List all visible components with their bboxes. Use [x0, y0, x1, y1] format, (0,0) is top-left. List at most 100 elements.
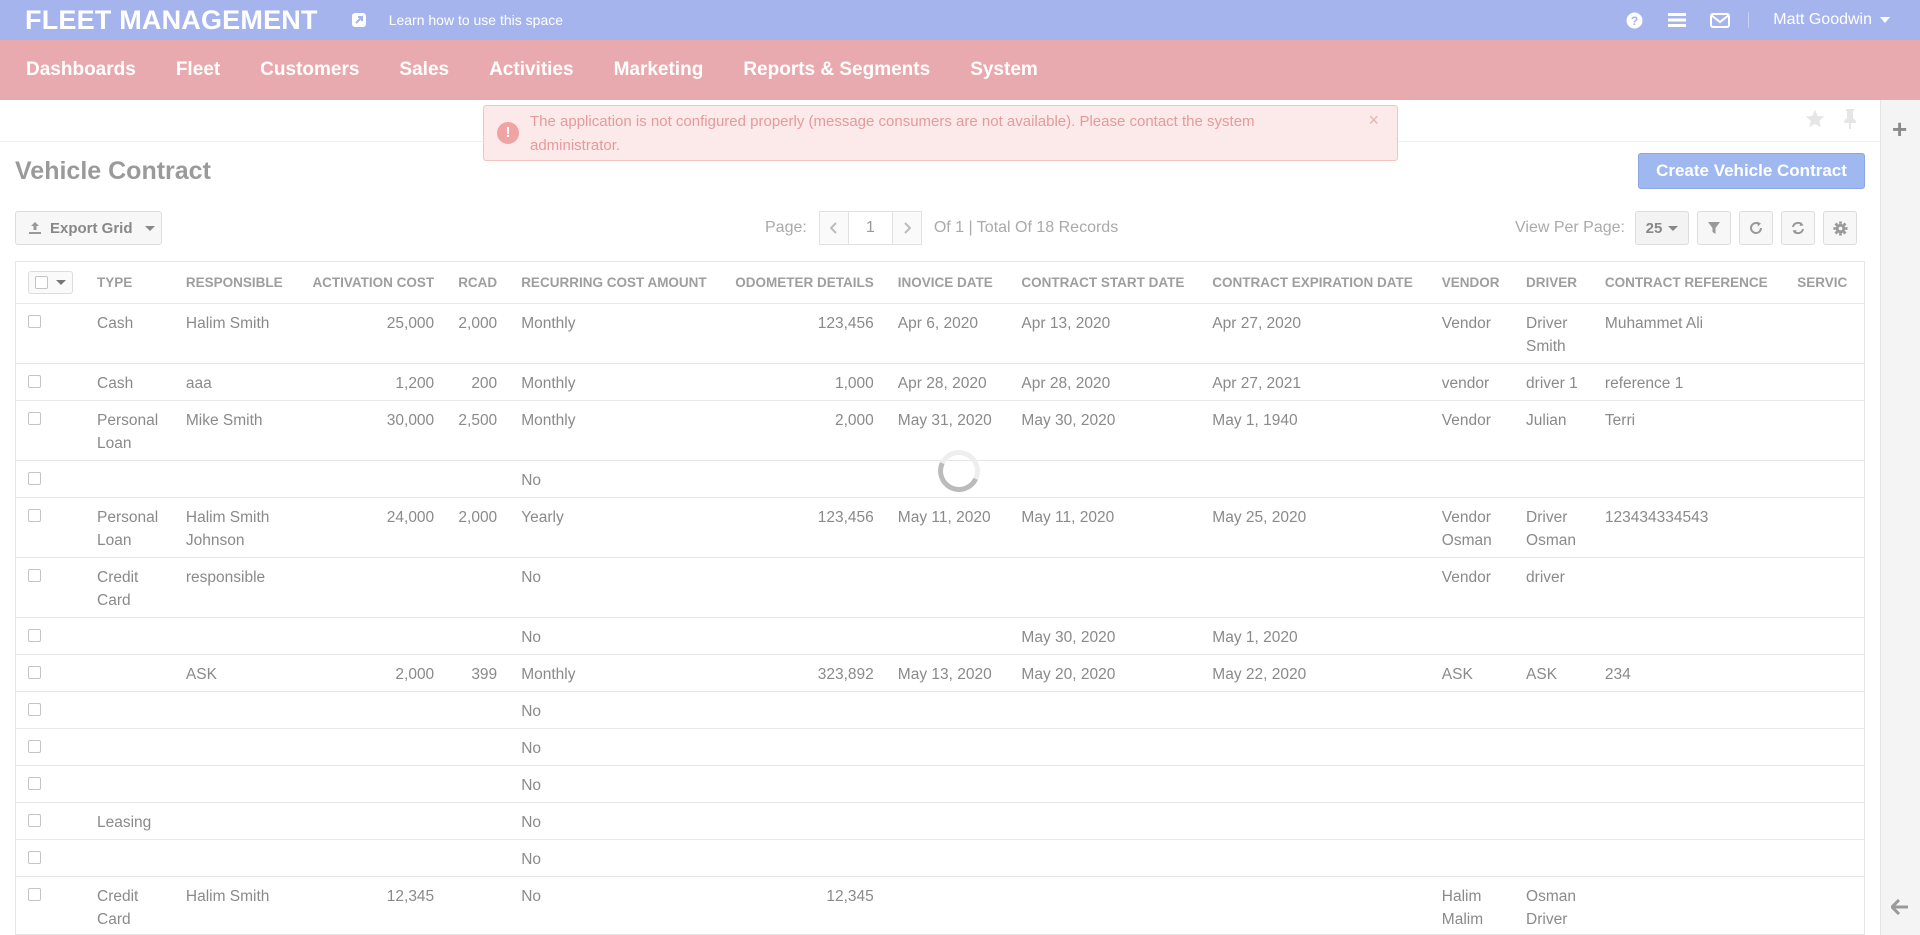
nav-marketing[interactable]: Marketing: [614, 59, 704, 81]
table-cell: [1785, 303, 1864, 364]
arrow-left-icon[interactable]: [1889, 898, 1909, 921]
nav-system[interactable]: System: [970, 59, 1038, 81]
select-all-header[interactable]: [16, 262, 85, 304]
filter-button[interactable]: [1697, 211, 1731, 245]
star-icon[interactable]: [1804, 108, 1826, 135]
table-row[interactable]: Personal Loan Halim Smith Johnson 24,000 2,…: [16, 497, 1864, 558]
nav-customers[interactable]: Customers: [260, 59, 359, 81]
table-row[interactable]: No: [16, 728, 1864, 766]
column-header[interactable]: INOVICE DATE: [885, 262, 1010, 304]
exclamation-circle-icon: !: [497, 122, 519, 144]
column-header[interactable]: RCAD: [446, 262, 510, 304]
prev-page-button[interactable]: [818, 211, 849, 245]
table-cell: No: [509, 765, 723, 803]
table-row[interactable]: ASK 2,000 399 Monthly 323,892 May 13, 2020 May…: [16, 654, 1864, 692]
table-cell: No: [509, 802, 723, 840]
reset-button[interactable]: [1781, 211, 1815, 245]
column-header[interactable]: ODOMETER DETAILS: [722, 262, 886, 304]
column-header[interactable]: CONTRACT START DATE: [1009, 262, 1201, 304]
table-cell: [1514, 617, 1593, 655]
close-icon[interactable]: ×: [1368, 108, 1379, 132]
table-cell: [173, 839, 298, 877]
list-icon[interactable]: [1667, 10, 1687, 30]
column-header[interactable]: CONTRACT EXPIRATION DATE: [1200, 262, 1430, 304]
table-cell: [1785, 363, 1864, 401]
table-row[interactable]: No: [16, 839, 1864, 877]
table-cell: 25,000: [297, 303, 447, 364]
table-cell: [1429, 617, 1515, 655]
external-link-icon[interactable]: [350, 11, 368, 29]
row-checkbox[interactable]: [28, 628, 41, 642]
table-cell: responsible: [173, 557, 298, 618]
question-circle-icon[interactable]: ?: [1624, 10, 1644, 30]
grid-settings-button[interactable]: [1823, 211, 1857, 245]
column-header[interactable]: VENDOR: [1429, 262, 1515, 304]
table-cell: [1785, 728, 1864, 766]
learn-link[interactable]: Learn how to use this space: [389, 12, 563, 28]
column-header[interactable]: DRIVER: [1514, 262, 1593, 304]
select-all-checkbox[interactable]: [35, 275, 48, 289]
per-page-value: 25: [1645, 219, 1663, 237]
row-checkbox[interactable]: [28, 665, 41, 679]
row-checkbox[interactable]: [28, 739, 41, 753]
table-row[interactable]: Personal Loan Mike Smith 30,000 2,500 Monthl…: [16, 400, 1864, 461]
row-checkbox[interactable]: [28, 813, 41, 827]
table-row[interactable]: Credit Card responsible No Vendor driver: [16, 557, 1864, 618]
row-checkbox[interactable]: [28, 776, 41, 790]
nav-dashboards[interactable]: Dashboards: [26, 59, 136, 81]
table-cell: Terri: [1592, 400, 1786, 461]
column-header[interactable]: SERVIC: [1785, 262, 1864, 304]
table-cell: [297, 765, 447, 803]
nav-fleet[interactable]: Fleet: [176, 59, 220, 81]
table-cell: driver 1: [1514, 363, 1593, 401]
refresh-button[interactable]: [1739, 211, 1773, 245]
table-row[interactable]: Cash aaa 1,200 200 Monthly 1,000 Apr 28, 2020 A…: [16, 363, 1864, 401]
row-checkbox[interactable]: [28, 887, 41, 901]
column-header[interactable]: TYPE: [85, 262, 174, 304]
row-checkbox[interactable]: [28, 314, 41, 328]
row-checkbox[interactable]: [28, 508, 41, 522]
column-header[interactable]: CONTRACT REFERENCE: [1592, 262, 1786, 304]
table-cell: 2,500: [446, 400, 510, 461]
row-checkbox[interactable]: [28, 411, 41, 425]
table-cell: [722, 728, 886, 766]
nav-sales[interactable]: Sales: [399, 59, 449, 81]
table-cell: [1592, 765, 1786, 803]
nav-activities[interactable]: Activities: [489, 59, 573, 81]
chevron-down-icon[interactable]: [56, 279, 66, 285]
column-header[interactable]: RECURRING COST AMOUNT: [509, 262, 723, 304]
column-header[interactable]: ACTIVATION COST: [297, 262, 447, 304]
envelope-icon[interactable]: [1710, 10, 1731, 30]
column-header[interactable]: RESPONSIBLE: [173, 262, 298, 304]
table-row[interactable]: Leasing No: [16, 802, 1864, 840]
per-page-select[interactable]: 25: [1635, 211, 1689, 245]
table-row[interactable]: Cash Halim Smith 25,000 2,000 Monthly 123,456…: [16, 303, 1864, 364]
table-row[interactable]: No: [16, 765, 1864, 803]
next-page-button[interactable]: [891, 211, 922, 245]
table-cell: 2,000: [446, 497, 510, 558]
table-cell: [722, 839, 886, 877]
row-checkbox[interactable]: [28, 471, 41, 485]
page-number-input[interactable]: 1: [848, 211, 892, 245]
row-checkbox[interactable]: [28, 568, 41, 582]
table-cell: [1514, 802, 1593, 840]
table-cell: [722, 617, 886, 655]
table-row[interactable]: No May 30, 2020 May 1, 2020: [16, 617, 1864, 655]
table-cell: Halim Malim: [1429, 876, 1515, 934]
table-row[interactable]: No: [16, 691, 1864, 729]
row-checkbox[interactable]: [28, 850, 41, 864]
row-checkbox[interactable]: [28, 702, 41, 716]
table-cell: [1785, 765, 1864, 803]
pin-icon[interactable]: [1840, 108, 1860, 135]
row-checkbox[interactable]: [28, 374, 41, 388]
app-brand[interactable]: FLEET MANAGEMENT: [25, 5, 318, 36]
nav-reports-segments[interactable]: Reports & Segments: [743, 59, 930, 81]
table-cell: Credit Card: [85, 876, 174, 934]
plus-icon[interactable]: +: [1892, 114, 1907, 145]
table-row[interactable]: Credit Card Halim Smith 12,345 No 12,345 Hali…: [16, 876, 1864, 934]
export-grid-button[interactable]: Export Grid: [15, 211, 162, 245]
filter-icon: [1708, 222, 1720, 234]
user-menu[interactable]: Matt Goodwin: [1773, 11, 1890, 29]
table-cell: [1200, 876, 1430, 934]
create-vehicle-contract-button[interactable]: Create Vehicle Contract: [1638, 153, 1865, 189]
